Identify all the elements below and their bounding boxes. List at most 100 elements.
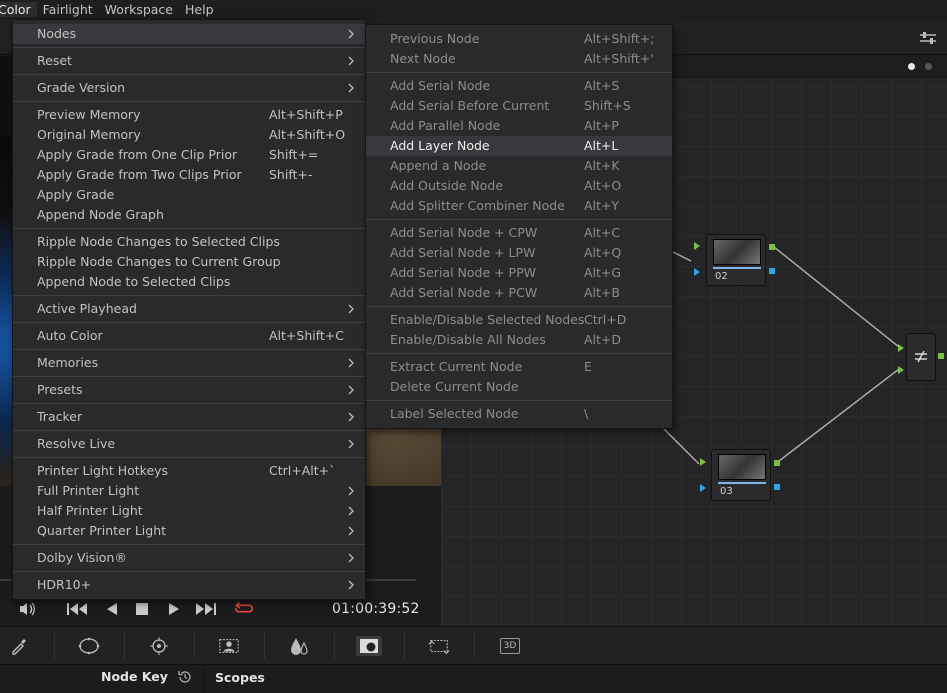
menubar-item-help[interactable]: Help: [179, 2, 220, 17]
menu-item-full-printer-light[interactable]: Full Printer Light: [13, 481, 365, 501]
submenu-item-add-serial-before-current[interactable]: Add Serial Before Current Shift+S: [366, 96, 672, 116]
play-icon[interactable]: [164, 599, 184, 619]
chevron-right-icon: [347, 501, 355, 521]
tracker-icon[interactable]: [148, 636, 170, 656]
menu-item-ripple-node-changes-to-current-group[interactable]: Ripple Node Changes to Current Group: [13, 252, 365, 272]
menu-item-apply-grade-from-one-clip-prior[interactable]: Apply Grade from One Clip Prior Shift+=: [13, 145, 365, 165]
menubar-item-color[interactable]: Color: [0, 2, 37, 17]
menu-item-apply-grade-from-two-clips-prior[interactable]: Apply Grade from Two Clips Prior Shift+-: [13, 165, 365, 185]
submenu-item-extract-current-node[interactable]: Extract Current Node E: [366, 357, 672, 377]
menu-item-resolve-live[interactable]: Resolve Live: [13, 434, 365, 454]
menu-item-label: Preview Memory: [37, 107, 141, 122]
submenu-item-enable-disable-all-nodes[interactable]: Enable/Disable All Nodes Alt+D: [366, 330, 672, 350]
layout-toggle-icon[interactable]: [918, 29, 938, 47]
menu-item-grade-version[interactable]: Grade Version: [13, 78, 365, 98]
menu-item-append-node-graph[interactable]: Append Node Graph: [13, 205, 365, 225]
eyedropper-icon[interactable]: [8, 636, 30, 656]
submenu-item-add-serial-node-ppw[interactable]: Add Serial Node + PPW Alt+G: [366, 263, 672, 283]
menu-item-half-printer-light[interactable]: Half Printer Light: [13, 501, 365, 521]
menu-item-label: Apply Grade from One Clip Prior: [37, 147, 238, 162]
submenu-item-add-layer-node[interactable]: Add Layer Node Alt+L: [366, 136, 672, 156]
node-03-alpha-output-port[interactable]: [774, 484, 780, 490]
loop-icon[interactable]: [234, 599, 254, 619]
submenu-item-add-outside-node[interactable]: Add Outside Node Alt+O: [366, 176, 672, 196]
node-02-output-port[interactable]: [769, 244, 775, 250]
stop-icon[interactable]: [132, 599, 152, 619]
menu-item-label: Auto Color: [37, 328, 103, 343]
menu-item-dolby-vision[interactable]: Dolby Vision®: [13, 548, 365, 568]
submenu-item-add-serial-node-pcw[interactable]: Add Serial Node + PCW Alt+B: [366, 283, 672, 303]
key-icon[interactable]: [356, 636, 382, 656]
chevron-right-icon: [347, 353, 355, 373]
menu-item-append-node-to-selected-clips[interactable]: Append Node to Selected Clips: [13, 272, 365, 292]
magic-mask-icon[interactable]: [218, 636, 240, 656]
menu-item-quarter-printer-light[interactable]: Quarter Printer Light: [13, 521, 365, 541]
menu-item-memories[interactable]: Memories: [13, 353, 365, 373]
window-circle-icon[interactable]: [78, 636, 100, 656]
volume-icon[interactable]: [17, 599, 37, 619]
submenu-item-label-selected-node[interactable]: Label Selected Node \: [366, 404, 672, 424]
node-label: 02: [715, 271, 728, 282]
menu-separator: [13, 71, 365, 78]
chevron-right-icon: [347, 575, 355, 595]
submenu-item-next-node[interactable]: Next Node Alt+Shift+': [366, 49, 672, 69]
node-03-output-port[interactable]: [774, 460, 780, 466]
node-02-input-port[interactable]: [694, 242, 700, 250]
node-03-input-port[interactable]: [700, 458, 706, 466]
mixer-input-port-1[interactable]: [898, 344, 904, 352]
submenu-item-previous-node[interactable]: Previous Node Alt+Shift+;: [366, 29, 672, 49]
color-menu: Nodes Reset Grade Version Preview Memory Alt…: [12, 19, 366, 600]
node-02-alpha-input-port[interactable]: [694, 268, 700, 276]
menu-item-label: Enable/Disable All Nodes: [390, 332, 546, 347]
submenu-item-add-serial-node-cpw[interactable]: Add Serial Node + CPW Alt+C: [366, 223, 672, 243]
node-03[interactable]: 03: [711, 449, 771, 501]
page-dot-active[interactable]: [908, 63, 915, 70]
menu-item-nodes[interactable]: Nodes: [13, 24, 365, 44]
menubar-item-fairlight[interactable]: Fairlight: [37, 2, 99, 17]
menu-item-label: Reset: [37, 53, 72, 68]
mixer-input-port-2[interactable]: [898, 366, 904, 374]
menu-item-printer-light-hotkeys[interactable]: Printer Light Hotkeys Ctrl+Alt+`: [13, 461, 365, 481]
menu-item-auto-color[interactable]: Auto Color Alt+Shift+C: [13, 326, 365, 346]
submenu-item-add-parallel-node[interactable]: Add Parallel Node Alt+P: [366, 116, 672, 136]
menu-item-preview-memory[interactable]: Preview Memory Alt+Shift+P: [13, 105, 365, 125]
node-thumbnail: [713, 239, 761, 265]
jump-to-end-icon[interactable]: [196, 599, 216, 619]
menu-item-apply-grade[interactable]: Apply Grade: [13, 185, 365, 205]
menubar-item-workspace[interactable]: Workspace: [99, 2, 179, 17]
bottom-panel-bar: Node Key Scopes: [0, 664, 947, 693]
submenu-item-append-a-node[interactable]: Append a Node Alt+K: [366, 156, 672, 176]
node-03-alpha-input-port[interactable]: [700, 484, 706, 492]
history-icon[interactable]: [176, 668, 194, 686]
scopes-panel-title[interactable]: Scopes: [215, 670, 265, 685]
menu-item-hdr10[interactable]: HDR10+: [13, 575, 365, 595]
menu-item-shortcut: E: [584, 359, 592, 374]
node-02-alpha-output-port[interactable]: [769, 268, 775, 274]
menu-item-original-memory[interactable]: Original Memory Alt+Shift+O: [13, 125, 365, 145]
submenu-item-add-splitter-combiner-node[interactable]: Add Splitter Combiner Node Alt+Y: [366, 196, 672, 216]
palette-toolbar: 3D: [0, 626, 947, 664]
blur-icon[interactable]: [288, 636, 310, 656]
jump-to-start-icon[interactable]: [67, 599, 87, 619]
layer-mixer-node[interactable]: [906, 333, 936, 381]
menu-item-shortcut: \: [584, 406, 589, 421]
submenu-item-enable-disable-selected-nodes[interactable]: Enable/Disable Selected Nodes Ctrl+D: [366, 310, 672, 330]
node-key-panel-title[interactable]: Node Key: [101, 669, 168, 684]
submenu-item-add-serial-node[interactable]: Add Serial Node Alt+S: [366, 76, 672, 96]
menu-separator: [366, 69, 672, 76]
page-dot[interactable]: [925, 63, 932, 70]
menu-item-active-playhead[interactable]: Active Playhead: [13, 299, 365, 319]
menu-item-ripple-node-changes-to-selected-clips[interactable]: Ripple Node Changes to Selected Clips: [13, 232, 365, 252]
play-reverse-icon[interactable]: [102, 599, 122, 619]
submenu-item-add-serial-node-lpw[interactable]: Add Serial Node + LPW Alt+Q: [366, 243, 672, 263]
menu-item-shortcut: Alt+D: [584, 332, 622, 347]
mixer-output-port[interactable]: [938, 353, 944, 359]
submenu-item-delete-current-node[interactable]: Delete Current Node: [366, 377, 672, 397]
chevron-right-icon: [347, 380, 355, 400]
menu-item-presets[interactable]: Presets: [13, 380, 365, 400]
menu-item-tracker[interactable]: Tracker: [13, 407, 365, 427]
menu-item-reset[interactable]: Reset: [13, 51, 365, 71]
sizing-icon[interactable]: [428, 636, 450, 656]
3d-icon[interactable]: 3D: [498, 636, 522, 656]
node-02[interactable]: 02: [706, 234, 766, 286]
